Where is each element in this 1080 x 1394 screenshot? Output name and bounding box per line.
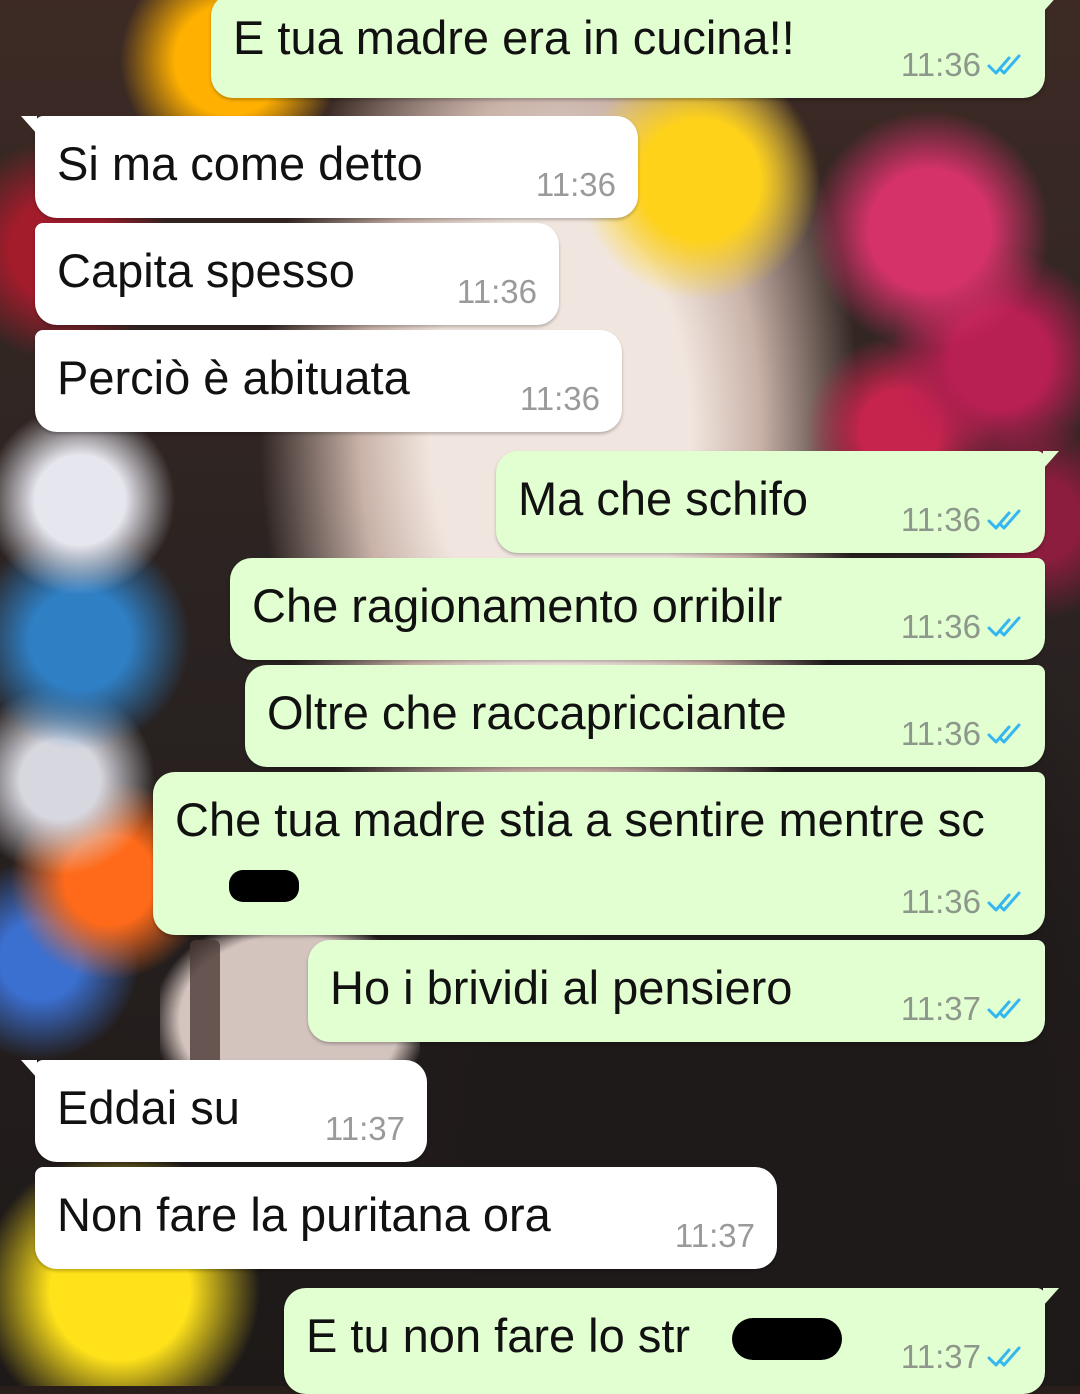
redaction-mark (732, 1318, 842, 1360)
message-text: E tua madre era in cucina!! (233, 11, 795, 64)
message-meta: 11:36 (901, 501, 1027, 539)
redaction-mark (229, 870, 299, 902)
message-text: Eddai su (57, 1081, 240, 1134)
message-text: Oltre che raccapricciante (267, 686, 787, 739)
outgoing-message[interactable]: Ho i brividi al pensiero 11:37 (308, 940, 1045, 1042)
message-list[interactable]: E tua madre era in cucina!! 11:36 Si ma … (0, 0, 1080, 1394)
outgoing-message[interactable]: Che tua madre stia a sentire mentre sc 1… (153, 772, 1045, 935)
incoming-message[interactable]: Non fare la puritana ora 11:37 (35, 1167, 777, 1269)
message-text: Ho i brividi al pensiero (330, 961, 793, 1014)
message-text: Si ma come detto (57, 137, 423, 190)
double-check-icon (987, 723, 1021, 744)
incoming-message[interactable]: Capita spesso 11:36 (35, 223, 559, 325)
message-time: 11:37 (900, 1338, 981, 1375)
message-time: 11:36 (900, 501, 981, 538)
message-time: 11:36 (900, 46, 981, 83)
double-check-icon (987, 1346, 1021, 1367)
bubble-tail (21, 116, 37, 134)
double-check-icon (987, 998, 1021, 1019)
message-time: 11:37 (324, 1110, 405, 1147)
message-text: Che tua madre stia a sentire mentre sc (175, 793, 985, 846)
message-time: 11:36 (456, 273, 537, 310)
message-text: E tu non fare lo str (306, 1309, 691, 1362)
double-check-icon (987, 616, 1021, 637)
message-text: Capita spesso (57, 244, 355, 297)
message-text: Perciò è abituata (57, 351, 410, 404)
message-meta: 11:37 (675, 1217, 755, 1255)
message-time: 11:36 (900, 883, 981, 920)
message-meta: 11:37 (325, 1110, 405, 1148)
message-text: Non fare la puritana ora (57, 1188, 551, 1241)
message-time: 11:37 (900, 990, 981, 1027)
incoming-message[interactable]: Perciò è abituata 11:36 (35, 330, 622, 432)
message-text: Che ragionamento orribilr (252, 579, 783, 632)
outgoing-message[interactable]: Che ragionamento orribilr 11:36 (230, 558, 1045, 660)
incoming-message[interactable]: Eddai su 11:37 (21, 1060, 427, 1162)
double-check-icon (987, 891, 1021, 912)
message-time: 11:36 (535, 166, 616, 203)
message-meta: 11:36 (901, 715, 1027, 753)
message-meta: 11:37 (901, 990, 1027, 1028)
incoming-message[interactable]: Si ma come detto 11:36 (21, 116, 638, 218)
outgoing-message[interactable]: Oltre che raccapricciante 11:36 (245, 665, 1045, 767)
message-time: 11:36 (900, 715, 981, 752)
bubble-tail (1043, 451, 1059, 469)
message-time: 11:36 (519, 380, 600, 417)
message-meta: 11:36 (536, 166, 616, 204)
message-time: 11:37 (674, 1217, 755, 1254)
double-check-icon (987, 509, 1021, 530)
message-meta: 11:36 (457, 273, 537, 311)
message-meta: 11:36 (901, 883, 1027, 921)
bubble-tail (1043, 0, 1059, 12)
double-check-icon (987, 54, 1021, 75)
message-meta: 11:36 (520, 380, 600, 418)
outgoing-message[interactable]: Ma che schifo 11:36 (496, 451, 1059, 553)
message-meta: 11:36 (901, 608, 1027, 646)
message-meta: 11:36 (901, 46, 1027, 84)
outgoing-message[interactable]: E tu non fare lo str 11:37 (284, 1288, 1059, 1394)
outgoing-message[interactable]: E tua madre era in cucina!! 11:36 (211, 0, 1059, 98)
message-text: Ma che schifo (518, 472, 808, 525)
bubble-tail (1043, 1288, 1059, 1306)
message-time: 11:36 (900, 608, 981, 645)
message-meta: 11:37 (901, 1338, 1027, 1376)
bubble-tail (21, 1060, 37, 1078)
